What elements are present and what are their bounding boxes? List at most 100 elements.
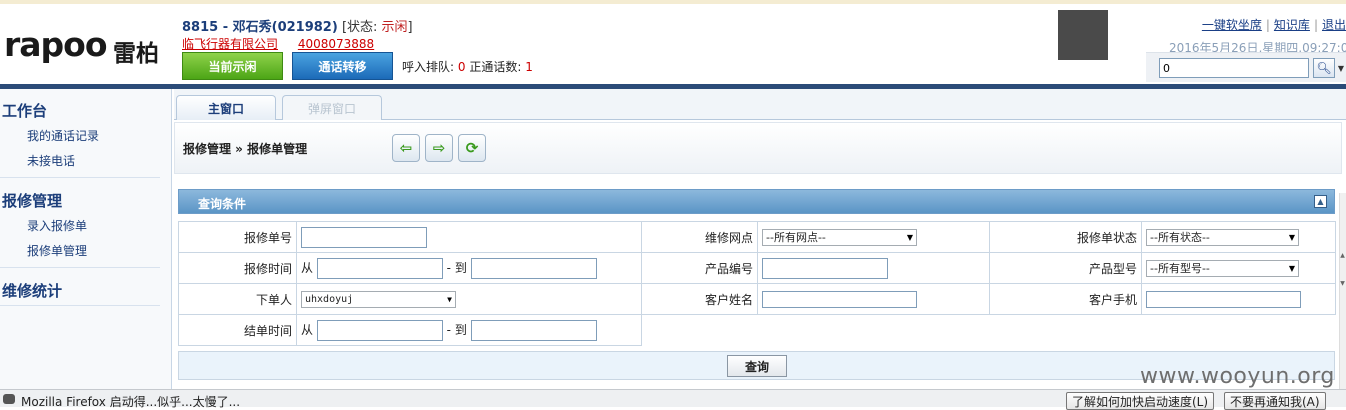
search-dropdown-icon[interactable]: ▼ (1336, 58, 1346, 78)
close-time-label: 结单时间 (178, 314, 297, 346)
browser-notification-bar: Mozilla Firefox 启动得...似乎...太慢了... 了解如何加快… (0, 389, 1346, 410)
repair-time-cell: 从 - 到 (296, 252, 642, 284)
firefox-icon (3, 394, 15, 404)
close-time-from-input[interactable] (316, 319, 443, 341)
close-time-to-input[interactable] (470, 319, 597, 341)
arrow-left-icon: ⇦ (399, 139, 413, 157)
close-time-cell: 从 - 到 (296, 314, 642, 346)
customer-name-cell (757, 283, 990, 315)
refresh-button[interactable]: ⟳ (458, 134, 486, 162)
rapoo-logo: rapoo (4, 25, 108, 64)
product-model-value: --所有型号-- (1150, 262, 1210, 275)
customer-phone-label: 客户手机 (989, 283, 1142, 315)
query-button[interactable]: 查询 (727, 355, 787, 377)
chevron-down-icon: ▼ (906, 232, 913, 242)
repair-point-cell: --所有网点-- ▼ (757, 221, 990, 253)
product-model-select[interactable]: --所有型号-- ▼ (1146, 259, 1299, 277)
search-icon: 🔍︎ (1316, 61, 1332, 75)
breadcrumb: 报修管理 » 报修单管理 (183, 142, 308, 156)
agent-state-label: [状态: (341, 20, 382, 35)
repair-point-select[interactable]: --所有网点-- ▼ (762, 228, 917, 246)
from-label: 从 (301, 260, 314, 275)
orderer-value: uhxdoyuj (305, 293, 354, 305)
repair-status-label: 报修单状态 (989, 221, 1142, 253)
sidebar-item-call-records[interactable]: 我的通话记录 (27, 127, 99, 144)
form-row: 报修单号 维修网点 --所有网点-- ▼ 报修单状态 --所有状态-- ▼ (178, 221, 1336, 253)
back-button[interactable]: ⇦ (392, 134, 420, 162)
scroll-down-icon[interactable]: ▼ (1339, 277, 1346, 289)
company-link[interactable]: 临飞行器有限公司 (182, 37, 278, 51)
orderer-label: 下单人 (178, 283, 297, 315)
calling-label: 正通话数: (465, 60, 526, 74)
toolbar: 报修管理 » 报修单管理 ⇦ ⇨ ⟳ (174, 122, 1342, 174)
sidebar-divider (0, 267, 160, 268)
orderer-select[interactable]: uhxdoyuj ▼ (301, 290, 456, 308)
logout-link[interactable]: 退出 (1322, 18, 1346, 32)
customer-phone-input[interactable] (1146, 290, 1301, 308)
tab-popup-window[interactable]: 弹屏窗口 (282, 95, 382, 120)
repair-point-label: 维修网点 (641, 221, 758, 253)
sidebar: 工作台 我的通话记录 未接电话 报修管理 录入报修单 报修单管理 维修统计 (0, 89, 172, 389)
tab-main-window[interactable]: 主窗口 (176, 95, 276, 120)
search-input[interactable] (1159, 58, 1309, 78)
product-model-label: 产品型号 (989, 252, 1142, 284)
repair-status-value: --所有状态-- (1150, 231, 1210, 244)
dont-notify-button[interactable]: 不要再通知我(A) (1224, 392, 1326, 410)
product-no-input[interactable] (762, 257, 888, 279)
scroll-up-icon[interactable]: ▲ (1339, 249, 1346, 261)
agent-id: 8815 - 邓石秀(021982) (182, 20, 338, 35)
from-label: 从 (301, 322, 314, 337)
repair-no-label: 报修单号 (178, 221, 297, 253)
app-header: rapoo 雷柏 8815 - 邓石秀(021982) [状态: 示闲] 临飞行… (0, 4, 1346, 84)
product-model-cell: --所有型号-- ▼ (1141, 252, 1336, 284)
chevron-down-icon: ▼ (1288, 263, 1295, 273)
chevron-down-icon: ▼ (1288, 232, 1295, 242)
learn-speedup-button[interactable]: 了解如何加快启动速度(L) (1066, 392, 1215, 410)
collapse-icon[interactable]: ▲ (1314, 195, 1327, 208)
search-button[interactable]: 🔍︎ (1313, 58, 1335, 78)
knowledge-base-link[interactable]: 知识库 (1274, 18, 1310, 32)
sidebar-divider (0, 305, 160, 306)
repair-time-label: 报修时间 (178, 252, 297, 284)
current-status-button[interactable]: 当前示闲 (182, 52, 283, 80)
chevron-down-icon: ▼ (447, 294, 452, 304)
form-row: 结单时间 从 - 到 (178, 314, 1336, 346)
rapoo-logo-cn: 雷柏 (113, 41, 159, 67)
sidebar-item-repair-list[interactable]: 报修单管理 (27, 242, 87, 259)
refresh-icon: ⟳ (465, 139, 479, 157)
phone-link[interactable]: 4008073888 (298, 37, 374, 51)
repair-time-to-input[interactable] (470, 257, 597, 279)
repair-status-cell: --所有状态-- ▼ (1141, 221, 1336, 253)
vertical-scrollbar[interactable] (1339, 193, 1346, 389)
watermark: www.wooyun.org (1140, 364, 1335, 389)
sidebar-divider (0, 177, 160, 178)
repair-point-value: --所有网点-- (766, 231, 826, 244)
sidebar-item-new-repair[interactable]: 录入报修单 (27, 217, 87, 234)
queue-info: 呼入排队: 0 正通话数: 1 (402, 58, 533, 75)
customer-name-input[interactable] (762, 290, 917, 308)
customer-phone-cell (1141, 283, 1336, 315)
link-separator: | (1265, 18, 1270, 32)
sidebar-group-stats[interactable]: 维修统计 (2, 280, 62, 301)
sidebar-group-workbench[interactable]: 工作台 (2, 100, 47, 121)
avatar-placeholder (1058, 10, 1108, 60)
to-label: - 到 (446, 322, 467, 337)
main-content: 主窗口 弹屏窗口 报修管理 » 报修单管理 ⇦ ⇨ ⟳ 查询条件 ▲ 报修单号 … (174, 89, 1346, 389)
query-form: 报修单号 维修网点 --所有网点-- ▼ 报修单状态 --所有状态-- ▼ 报修时间… (178, 221, 1336, 346)
notification-message: Mozilla Firefox 启动得...似乎...太慢了... (21, 395, 241, 409)
call-transfer-button[interactable]: 通话转移 (292, 52, 393, 80)
query-panel-header: 查询条件 ▲ (178, 189, 1335, 214)
repair-time-from-input[interactable] (316, 257, 443, 279)
to-label: - 到 (446, 260, 467, 275)
company-info: 临飞行器有限公司 4008073888 (182, 35, 374, 52)
top-links: 一键软坐席 | 知识库 | 退出 (1202, 16, 1346, 33)
sidebar-item-missed-calls[interactable]: 未接电话 (27, 152, 75, 169)
agent-state-close: ] (407, 20, 413, 35)
repair-status-select[interactable]: --所有状态-- ▼ (1146, 228, 1299, 246)
queue-label: 呼入排队: (402, 60, 458, 74)
soft-seat-link[interactable]: 一键软坐席 (1202, 18, 1262, 32)
sidebar-group-repair[interactable]: 报修管理 (2, 190, 62, 211)
orderer-cell: uhxdoyuj ▼ (296, 283, 642, 315)
repair-no-input[interactable] (301, 226, 427, 248)
forward-button[interactable]: ⇨ (425, 134, 453, 162)
